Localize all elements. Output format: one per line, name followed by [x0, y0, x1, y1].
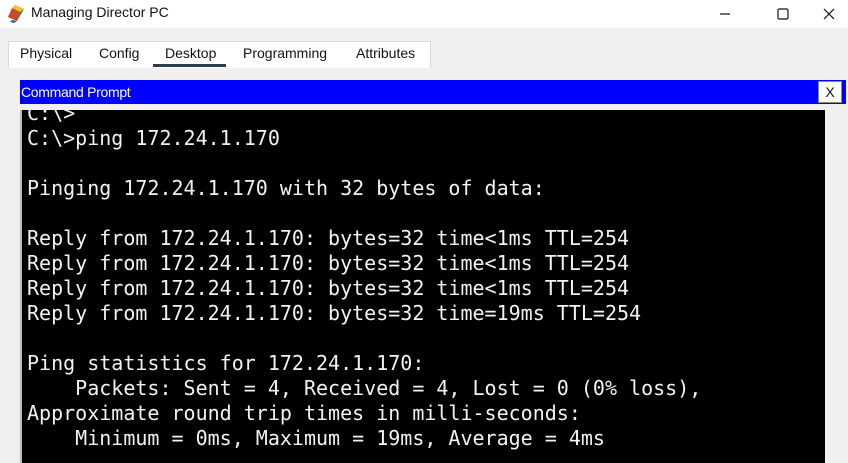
minimize-icon: [720, 13, 730, 15]
window-title: Managing Director PC: [31, 4, 169, 20]
maximize-button[interactable]: [760, 0, 806, 28]
console-line: C:\>: [27, 110, 76, 125]
tab-physical[interactable]: Physical: [20, 45, 72, 61]
console-line: Reply from 172.24.1.170: bytes=32 time<1…: [27, 251, 630, 275]
console-line: Reply from 172.24.1.170: bytes=32 time<1…: [27, 226, 630, 250]
console-scrollbar[interactable]: [825, 110, 848, 463]
tab-desktop[interactable]: Desktop: [152, 45, 227, 67]
tab-bar: Physical Config Desktop Programming Attr…: [0, 28, 848, 70]
close-icon: [823, 8, 835, 20]
console-line: C:\>ping 172.24.1.170: [27, 126, 280, 150]
close-button[interactable]: [806, 0, 848, 28]
command-prompt-header: Command Prompt X: [20, 80, 846, 104]
command-prompt-console[interactable]: C:\> C:\>ping 172.24.1.170 Pinging 172.2…: [20, 110, 825, 463]
console-line: Reply from 172.24.1.170: bytes=32 time<1…: [27, 276, 630, 300]
command-prompt-close-button[interactable]: X: [818, 81, 842, 103]
title-bar: Managing Director PC: [0, 0, 848, 28]
packet-tracer-pc-icon: [6, 3, 26, 23]
tab-config[interactable]: Config: [99, 45, 139, 61]
console-line: Ping statistics for 172.24.1.170:: [27, 351, 425, 375]
maximize-icon: [777, 8, 789, 20]
tab-attributes[interactable]: Attributes: [356, 45, 415, 61]
console-line: Minimum = 0ms, Maximum = 19ms, Average =…: [27, 426, 605, 450]
command-prompt-title: Command Prompt: [21, 84, 131, 100]
tab-programming[interactable]: Programming: [243, 45, 327, 61]
console-line: Pinging 172.24.1.170 with 32 bytes of da…: [27, 176, 545, 200]
minimize-button[interactable]: [702, 0, 748, 28]
console-output: C:\> C:\>ping 172.24.1.170 Pinging 172.2…: [27, 110, 701, 451]
console-line: Packets: Sent = 4, Received = 4, Lost = …: [27, 376, 702, 400]
console-line: Reply from 172.24.1.170: bytes=32 time=1…: [27, 301, 642, 325]
console-line: Approximate round trip times in milli-se…: [27, 401, 581, 425]
